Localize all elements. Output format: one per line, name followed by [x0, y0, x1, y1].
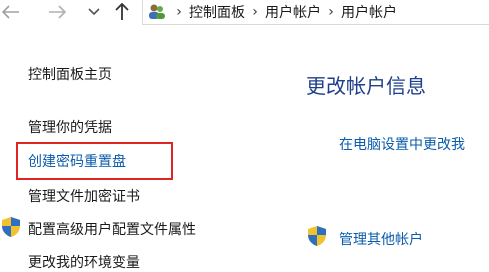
page-title: 更改帐户信息 — [306, 74, 426, 98]
recent-locations-button[interactable] — [86, 0, 102, 24]
manage-other-accounts-link[interactable]: 管理其他帐户 — [339, 229, 423, 249]
sidebar-item-change-environment-variables[interactable]: 更改我的环境变量 — [28, 252, 140, 272]
sidebar-item-control-panel-home[interactable]: 控制面板主页 — [28, 64, 112, 84]
sidebar-item-advanced-user-profile-properties[interactable]: 配置高级用户配置文件属性 — [28, 219, 196, 239]
breadcrumb-separator: › — [252, 4, 258, 20]
breadcrumb-control-panel[interactable]: 控制面板 — [189, 2, 245, 22]
breadcrumb-user-accounts-group[interactable]: 用户帐户 — [265, 2, 321, 22]
sidebar-item-manage-credentials[interactable]: 管理你的凭据 — [28, 117, 112, 137]
navigation-bar: › 控制面板 › 用户帐户 › 用户帐户 — [0, 0, 489, 27]
uac-shield-icon — [2, 217, 20, 237]
up-arrow-icon — [115, 3, 129, 20]
up-button[interactable] — [112, 0, 132, 24]
forward-button[interactable] — [46, 0, 68, 24]
back-button[interactable] — [0, 0, 22, 24]
breadcrumb-user-accounts[interactable]: 用户帐户 — [341, 2, 397, 22]
uac-shield-icon — [308, 226, 326, 246]
change-account-in-pc-settings-link[interactable]: 在电脑设置中更改我 — [339, 134, 465, 154]
breadcrumb-separator: › — [328, 4, 334, 20]
users-folder-icon — [145, 3, 169, 21]
sidebar-item-create-password-reset-disk[interactable]: 创建密码重置盘 — [28, 151, 126, 171]
forward-arrow-icon — [49, 5, 66, 19]
sidebar-item-manage-file-encryption-certificates[interactable]: 管理文件加密证书 — [28, 186, 140, 206]
breadcrumb-separator: › — [176, 4, 182, 20]
back-arrow-icon — [2, 5, 19, 19]
address-bar[interactable]: › 控制面板 › 用户帐户 › 用户帐户 — [142, 0, 489, 25]
recent-dropdown-icon — [88, 8, 100, 16]
